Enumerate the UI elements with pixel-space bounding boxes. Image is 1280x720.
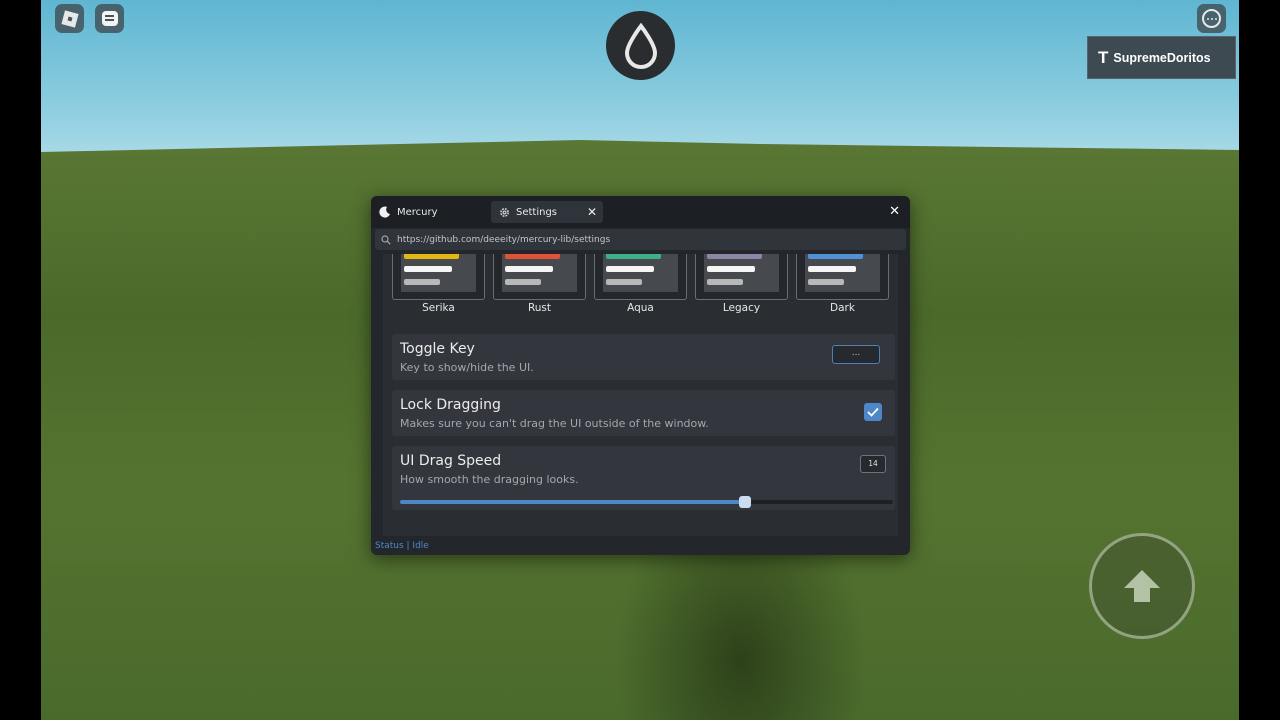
theme-accent bbox=[404, 254, 459, 259]
theme-accent bbox=[808, 254, 863, 259]
roblox-menu-button[interactable] bbox=[55, 4, 84, 33]
slider-fill bbox=[400, 500, 746, 504]
search-icon bbox=[381, 234, 391, 245]
jump-button[interactable] bbox=[1089, 533, 1195, 639]
setting-title: Toggle Key bbox=[400, 341, 475, 357]
setting-description: Key to show/hide the UI. bbox=[400, 361, 534, 374]
theme-picker: Serika Rust Aqua Legacy Dark bbox=[392, 254, 892, 320]
window-titlebar[interactable]: Mercury Settings ✕ ✕ bbox=[371, 196, 910, 228]
tab-close-icon[interactable]: ✕ bbox=[587, 205, 597, 219]
theme-name: Legacy bbox=[722, 302, 761, 314]
lock-dragging-checkbox[interactable] bbox=[864, 403, 882, 421]
status-bar: Status | Idle bbox=[375, 541, 429, 551]
mercury-window[interactable]: Mercury Settings ✕ ✕ https://github.com/… bbox=[371, 196, 910, 555]
theme-rust[interactable]: Rust bbox=[493, 254, 586, 316]
more-options-button[interactable] bbox=[1197, 4, 1226, 33]
theme-name: Aqua bbox=[627, 302, 654, 314]
tab-mercury[interactable]: Mercury bbox=[371, 201, 483, 223]
theme-accent bbox=[606, 254, 661, 259]
more-options-icon bbox=[1202, 9, 1221, 28]
roblox-logo-icon bbox=[60, 9, 79, 28]
theme-name: Serika bbox=[422, 302, 455, 314]
tab-settings-label: Settings bbox=[516, 206, 558, 218]
settings-content: Serika Rust Aqua Legacy Dark Toggle Key … bbox=[383, 254, 898, 536]
setting-lock-dragging: Lock Dragging Makes sure you can't drag … bbox=[392, 390, 895, 436]
drag-speed-slider[interactable] bbox=[400, 496, 893, 508]
url-text: https://github.com/deeeity/mercury-lib/s… bbox=[397, 234, 611, 245]
theme-accent bbox=[707, 254, 762, 259]
theme-name: Dark bbox=[830, 302, 855, 314]
setting-toggle-key: Toggle Key Key to show/hide the UI. ... bbox=[392, 334, 895, 380]
setting-title: Lock Dragging bbox=[400, 397, 501, 413]
theme-accent bbox=[505, 254, 560, 259]
water-drop-button[interactable] bbox=[606, 11, 675, 80]
keybind-input[interactable]: ... bbox=[832, 345, 880, 364]
setting-description: How smooth the dragging looks. bbox=[400, 473, 579, 486]
theme-serika[interactable]: Serika bbox=[392, 254, 485, 316]
username: SupremeDoritos bbox=[1113, 50, 1211, 65]
gear-icon bbox=[500, 207, 509, 217]
drag-speed-value-input[interactable]: 14 bbox=[860, 455, 886, 473]
slider-handle[interactable] bbox=[739, 496, 752, 508]
theme-dark[interactable]: Dark bbox=[796, 254, 889, 316]
tab-mercury-label: Mercury bbox=[397, 206, 438, 218]
water-drop-icon bbox=[624, 22, 657, 69]
chat-button[interactable] bbox=[95, 4, 124, 33]
theme-name: Rust bbox=[527, 302, 552, 314]
window-close-icon[interactable]: ✕ bbox=[889, 204, 900, 219]
theme-aqua[interactable]: Aqua bbox=[594, 254, 687, 316]
setting-description: Makes sure you can't drag the UI outside… bbox=[400, 417, 709, 430]
user-badge: T SupremeDoritos bbox=[1087, 36, 1236, 79]
url-bar[interactable]: https://github.com/deeeity/mercury-lib/s… bbox=[375, 229, 906, 250]
checkmark-icon bbox=[867, 407, 879, 417]
setting-title: UI Drag Speed bbox=[400, 453, 502, 469]
user-t-icon: T bbox=[1098, 47, 1109, 67]
setting-drag-speed: UI Drag Speed How smooth the dragging lo… bbox=[392, 446, 895, 510]
theme-legacy[interactable]: Legacy bbox=[695, 254, 788, 316]
moon-icon bbox=[379, 206, 390, 218]
jump-arrow-icon bbox=[1124, 570, 1160, 602]
tab-settings[interactable]: Settings ✕ bbox=[491, 201, 603, 223]
chat-icon bbox=[101, 11, 118, 26]
